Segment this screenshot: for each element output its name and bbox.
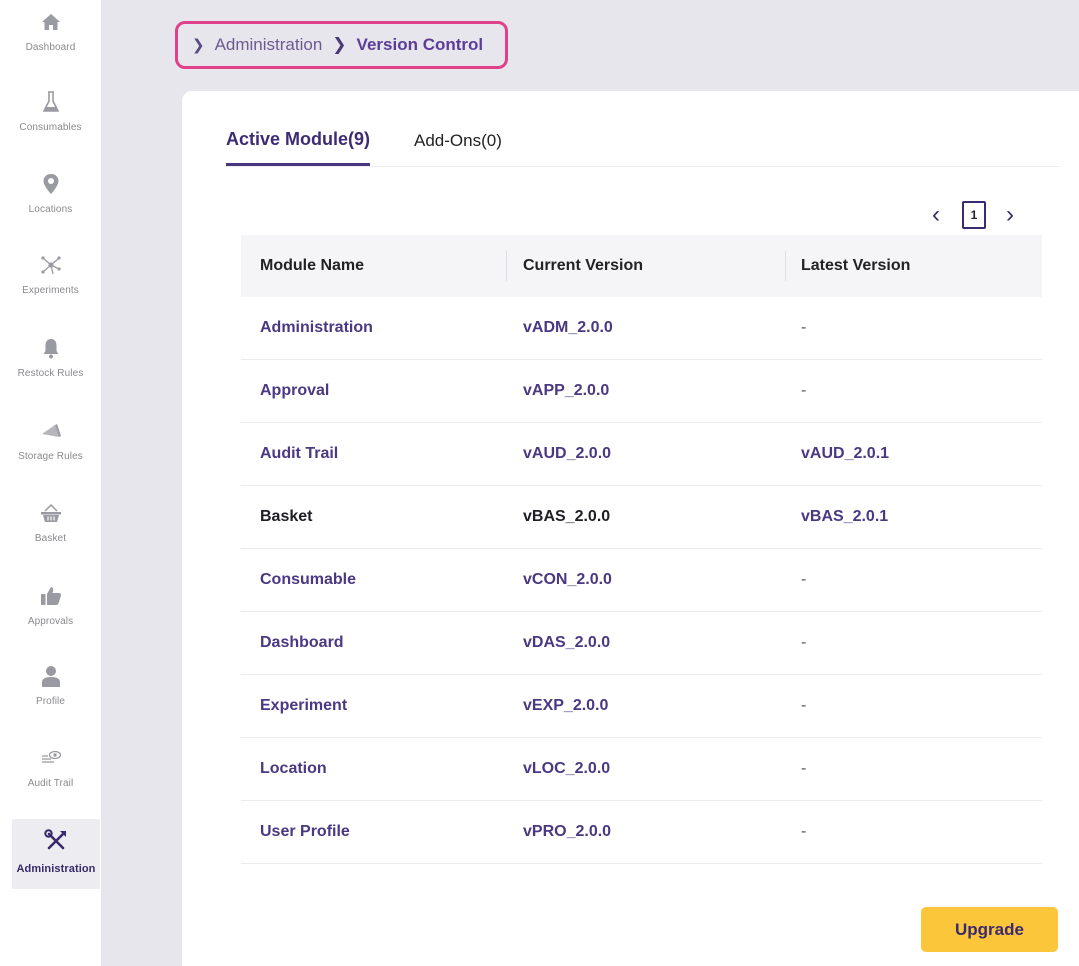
current-version-cell: vADM_2.0.0: [523, 319, 613, 336]
table-row[interactable]: User Profile vPRO_2.0.0 -: [241, 801, 1042, 864]
user-icon: [39, 664, 63, 688]
sidebar-item-label: Approvals: [27, 616, 74, 627]
flask-icon: [39, 90, 63, 114]
sidebar-item-audit-trail[interactable]: Audit Trail: [0, 746, 101, 814]
current-version-cell: vPRO_2.0.0: [523, 823, 612, 840]
current-version-cell: vEXP_2.0.0: [523, 697, 609, 714]
module-name-cell: Audit Trail: [260, 445, 339, 462]
current-version-cell: vDAS_2.0.0: [523, 634, 611, 651]
module-name-cell: Administration: [260, 319, 373, 336]
sidebar-item-label: Storage Rules: [18, 451, 83, 462]
sidebar-item-label: Restock Rules: [17, 368, 84, 379]
thumbs-up-icon: [39, 584, 63, 608]
version-control-panel: Active Module(9) Add-Ons(0) ‹ 1 › Module…: [182, 91, 1079, 966]
sidebar-item-label: Profile: [35, 696, 66, 707]
current-version-cell: vBAS_2.0.0: [523, 508, 611, 525]
tab-bar: Active Module(9) Add-Ons(0): [226, 91, 1059, 167]
sidebar-item-label: Locations: [28, 204, 73, 215]
breadcrumb: ❯ Administration ❯ Version Control: [175, 21, 508, 69]
module-name-cell: Consumable: [260, 571, 357, 588]
table-row[interactable]: Dashboard vDAS_2.0.0 -: [241, 612, 1042, 675]
latest-version-cell: -: [801, 823, 807, 840]
latest-version-cell: vAUD_2.0.1: [801, 445, 890, 462]
modules-table: Module Name Current Version Latest Versi…: [241, 235, 1042, 864]
table-row[interactable]: Audit Trail vAUD_2.0.0 vAUD_2.0.1: [241, 423, 1042, 486]
module-name-cell: Dashboard: [260, 634, 344, 651]
table-header: Module Name Current Version Latest Versi…: [241, 235, 1042, 297]
latest-version-cell: -: [801, 319, 807, 336]
megaphone-icon: [39, 419, 63, 443]
previous-page-icon[interactable]: ‹: [926, 203, 946, 227]
current-version-cell: vAUD_2.0.0: [523, 445, 612, 462]
location-pin-icon: [39, 172, 63, 196]
latest-version-cell: vBAS_2.0.1: [801, 508, 889, 525]
sidebar-item-restock-rules[interactable]: Restock Rules: [0, 336, 101, 404]
module-name-cell: User Profile: [260, 823, 350, 840]
tab-add-ons[interactable]: Add-Ons(0): [414, 131, 502, 151]
sidebar-item-label: Dashboard: [25, 42, 76, 53]
basket-icon: [39, 501, 63, 525]
chevron-right-icon: ❯: [332, 35, 347, 54]
latest-version-cell: -: [801, 571, 807, 588]
table-row[interactable]: Location vLOC_2.0.0 -: [241, 738, 1042, 801]
module-name-cell: Experiment: [260, 697, 348, 714]
latest-version-cell: -: [801, 382, 807, 399]
audit-eye-icon: [39, 746, 63, 770]
sidebar-item-label: Administration: [16, 863, 96, 875]
breadcrumb-current: Version Control: [356, 35, 484, 54]
breadcrumb-parent-link[interactable]: Administration: [215, 35, 323, 55]
module-name-cell: Approval: [260, 382, 330, 399]
sidebar-item-storage-rules[interactable]: Storage Rules: [0, 419, 101, 487]
column-header-latest-version: Latest Version: [801, 257, 911, 274]
sidebar-item-administration[interactable]: Administration: [12, 819, 100, 889]
sidebar-item-basket[interactable]: Basket: [0, 501, 101, 569]
current-version-cell: vCON_2.0.0: [523, 571, 612, 588]
table-row[interactable]: Experiment vEXP_2.0.0 -: [241, 675, 1042, 738]
next-page-icon[interactable]: ›: [1000, 203, 1020, 227]
sidebar-item-label: Consumables: [19, 122, 82, 133]
sidebar-item-locations[interactable]: Locations: [0, 172, 101, 240]
sidebar-item-consumables[interactable]: Consumables: [0, 90, 101, 158]
home-icon: [39, 10, 63, 34]
tools-icon: [44, 829, 68, 853]
sidebar-item-label: Experiments: [22, 285, 79, 296]
table-row[interactable]: Approval vAPP_2.0.0 -: [241, 360, 1042, 423]
column-header-current-version: Current Version: [523, 257, 644, 274]
module-name-cell: Basket: [260, 508, 313, 525]
sidebar-item-dashboard[interactable]: Dashboard: [0, 10, 101, 78]
module-name-cell: Location: [260, 760, 327, 777]
latest-version-cell: -: [801, 697, 807, 714]
table-row[interactable]: Basket vBAS_2.0.0 vBAS_2.0.1: [241, 486, 1042, 549]
sidebar-item-label: Basket: [34, 533, 67, 544]
column-divider: [785, 251, 786, 281]
sidebar: Dashboard Consumables Locations Experime…: [0, 0, 101, 966]
current-version-cell: vAPP_2.0.0: [523, 382, 610, 399]
table-row[interactable]: Consumable vCON_2.0.0 -: [241, 549, 1042, 612]
latest-version-cell: -: [801, 634, 807, 651]
sidebar-item-experiments[interactable]: Experiments: [0, 253, 101, 321]
sidebar-item-approvals[interactable]: Approvals: [0, 584, 101, 652]
column-header-module-name: Module Name: [260, 257, 365, 274]
table-row[interactable]: Administration vADM_2.0.0 -: [241, 297, 1042, 360]
upgrade-button[interactable]: Upgrade: [921, 907, 1058, 952]
chevron-right-icon: ❯: [192, 37, 205, 54]
column-divider: [506, 251, 507, 281]
current-page-number[interactable]: 1: [962, 201, 986, 229]
current-version-cell: vLOC_2.0.0: [523, 760, 611, 777]
bell-icon: [39, 336, 63, 360]
sidebar-item-label: Audit Trail: [27, 778, 74, 789]
latest-version-cell: -: [801, 760, 807, 777]
sidebar-item-profile[interactable]: Profile: [0, 664, 101, 732]
molecule-icon: [39, 253, 63, 277]
pagination: ‹ 1 ›: [926, 201, 1020, 229]
tab-active-module[interactable]: Active Module(9): [226, 129, 371, 166]
